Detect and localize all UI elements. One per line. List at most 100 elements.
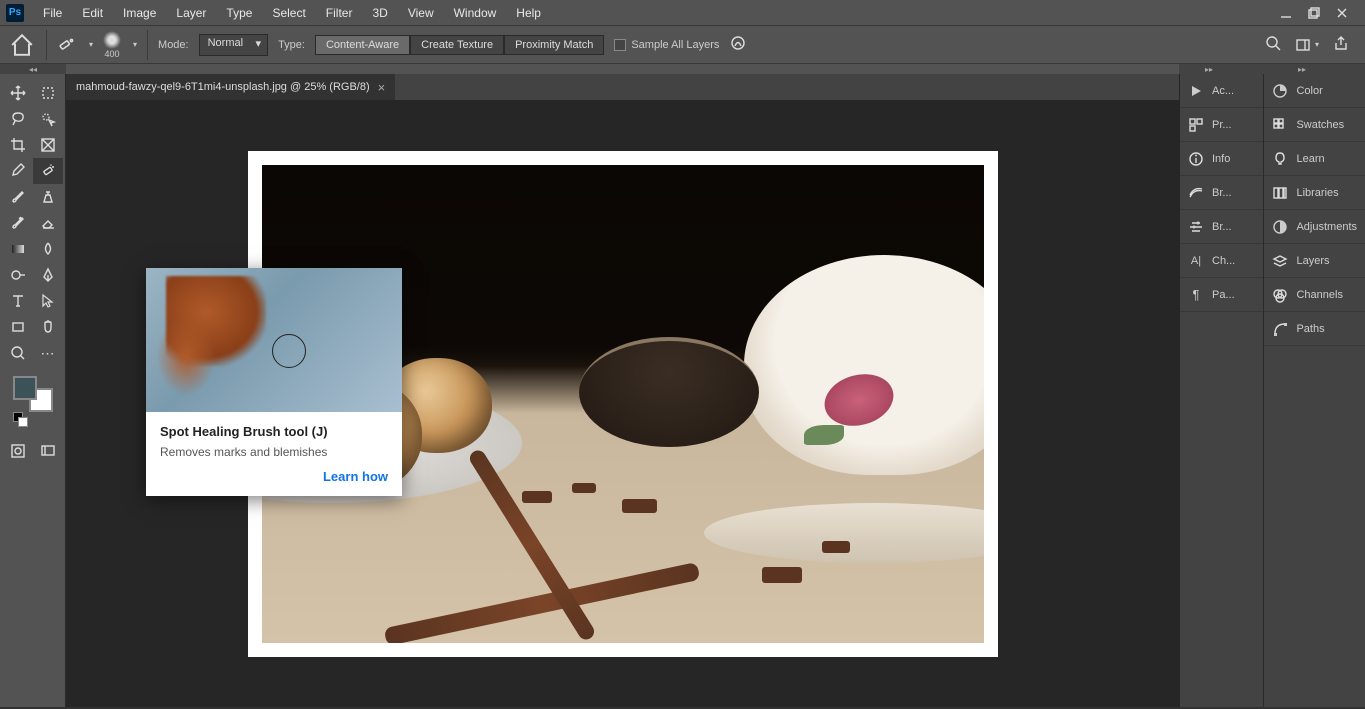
menu-layer[interactable]: Layer: [167, 2, 215, 24]
document-tab-bar: mahmoud-fawzy-qel9-6T1mi4-unsplash.jpg @…: [66, 74, 1179, 100]
document-area: mahmoud-fawzy-qel9-6T1mi4-unsplash.jpg @…: [66, 74, 1179, 707]
hand-tool[interactable]: [33, 314, 63, 340]
pen-tool[interactable]: [33, 262, 63, 288]
type-content-aware-button[interactable]: Content-Aware: [315, 35, 410, 55]
type-tool[interactable]: [3, 288, 33, 314]
panel-color[interactable]: Color: [1264, 74, 1365, 108]
panel-libraries[interactable]: Libraries: [1264, 176, 1365, 210]
quick-select-tool[interactable]: [33, 106, 63, 132]
marquee-tool[interactable]: [33, 80, 63, 106]
foreground-color-swatch[interactable]: [13, 376, 37, 400]
panel-paths[interactable]: Paths: [1264, 312, 1365, 346]
panel-properties[interactable]: Pr...: [1180, 108, 1263, 142]
panel-channels[interactable]: Channels: [1264, 278, 1365, 312]
panel-character[interactable]: A|Ch...: [1180, 244, 1263, 278]
panel-label: Br...: [1212, 187, 1232, 199]
play-icon: [1188, 83, 1204, 99]
panel-info[interactable]: Info: [1180, 142, 1263, 176]
panel-label: Layers: [1296, 255, 1329, 267]
zoom-tool[interactable]: [3, 340, 33, 366]
type-label: Type:: [278, 39, 305, 51]
rectangle-tool[interactable]: [3, 314, 33, 340]
quick-mask-tool[interactable]: [3, 438, 33, 464]
pressure-size-button[interactable]: [729, 34, 747, 55]
clone-stamp-tool[interactable]: [33, 184, 63, 210]
panel-collapse-tab-1[interactable]: ▸▸: [1179, 64, 1239, 74]
swatches-icon: [1272, 117, 1288, 133]
menu-help[interactable]: Help: [507, 2, 550, 24]
options-bar: ▾ 400 ▾ Mode: Normal ▾ Type: Content-Awa…: [0, 25, 1365, 63]
chevron-down-icon[interactable]: ▾: [133, 40, 137, 49]
type-proximity-match-button[interactable]: Proximity Match: [504, 35, 604, 55]
checkbox-icon: [614, 39, 626, 51]
panel-actions[interactable]: Ac...: [1180, 74, 1263, 108]
path-select-tool[interactable]: [33, 288, 63, 314]
panel-label: Ch...: [1212, 255, 1235, 267]
window-minimize-icon[interactable]: [1279, 6, 1293, 20]
panel-label: Paths: [1296, 323, 1324, 335]
divider: [147, 30, 148, 60]
mode-select[interactable]: Normal ▾: [199, 34, 268, 56]
panel-label: Color: [1296, 85, 1322, 97]
edit-toolbar-button[interactable]: ⋯: [33, 340, 63, 366]
panel-layers[interactable]: Layers: [1264, 244, 1365, 278]
panel-adjustments[interactable]: Adjustments: [1264, 210, 1365, 244]
lasso-tool[interactable]: [3, 106, 33, 132]
frame-tool[interactable]: [33, 132, 63, 158]
properties-icon: [1188, 117, 1204, 133]
spot-healing-brush-tool[interactable]: [33, 158, 63, 184]
menu-type[interactable]: Type: [217, 2, 261, 24]
menu-filter[interactable]: Filter: [317, 2, 362, 24]
menu-window[interactable]: Window: [445, 2, 506, 24]
panel-label: Pr...: [1212, 119, 1232, 131]
toolbar-collapse-tab[interactable]: ◂◂: [0, 64, 66, 74]
workspace-switcher[interactable]: ▾: [1295, 37, 1319, 53]
panel-brushes[interactable]: Br...: [1180, 210, 1263, 244]
panel-label: Ac...: [1212, 85, 1234, 97]
tooltip-learn-link[interactable]: Learn how: [323, 469, 388, 484]
tooltip-preview-image: [146, 268, 402, 412]
menu-3d[interactable]: 3D: [363, 2, 396, 24]
color-swatches[interactable]: [13, 376, 53, 412]
close-tab-icon[interactable]: ×: [378, 80, 386, 95]
move-tool[interactable]: [3, 80, 33, 106]
window-restore-icon[interactable]: [1307, 6, 1321, 20]
menu-view[interactable]: View: [399, 2, 443, 24]
menu-image[interactable]: Image: [114, 2, 165, 24]
panel-paragraph[interactable]: ¶Pa...: [1180, 278, 1263, 312]
sample-all-layers-label: Sample All Layers: [631, 39, 719, 51]
history-brush-tool[interactable]: [3, 210, 33, 236]
learn-icon: [1272, 151, 1288, 167]
blur-tool[interactable]: [33, 236, 63, 262]
chevron-down-icon[interactable]: ▾: [89, 40, 93, 49]
gradient-tool[interactable]: [3, 236, 33, 262]
panel-brush-settings[interactable]: Br...: [1180, 176, 1263, 210]
tool-preset-picker[interactable]: [57, 35, 77, 55]
panel-collapse-tab-2[interactable]: ▸▸: [1239, 64, 1365, 74]
tool-tooltip: Spot Healing Brush tool (J) Removes mark…: [146, 268, 402, 496]
sample-all-layers-checkbox[interactable]: Sample All Layers: [614, 39, 719, 51]
screen-mode-tool[interactable]: [33, 438, 63, 464]
type-create-texture-button[interactable]: Create Texture: [410, 35, 504, 55]
menu-file[interactable]: File: [34, 2, 71, 24]
window-close-icon[interactable]: [1335, 6, 1349, 20]
share-button[interactable]: [1333, 35, 1349, 54]
panel-label: Channels: [1296, 289, 1342, 301]
panel-swatches[interactable]: Swatches: [1264, 108, 1365, 142]
search-button[interactable]: [1265, 35, 1281, 54]
crop-tool[interactable]: [3, 132, 33, 158]
brush-tool[interactable]: [3, 184, 33, 210]
panel-learn[interactable]: Learn: [1264, 142, 1365, 176]
default-colors-icon[interactable]: [13, 412, 27, 426]
collapse-row: ◂◂ ▸▸ ▸▸: [0, 63, 1365, 74]
dodge-tool[interactable]: [3, 262, 33, 288]
document-tab-title: mahmoud-fawzy-qel9-6T1mi4-unsplash.jpg @…: [76, 81, 370, 93]
document-tab[interactable]: mahmoud-fawzy-qel9-6T1mi4-unsplash.jpg @…: [66, 74, 395, 100]
panel-label: Pa...: [1212, 289, 1235, 301]
menu-select[interactable]: Select: [263, 2, 314, 24]
menu-edit[interactable]: Edit: [73, 2, 112, 24]
home-button[interactable]: [8, 31, 36, 59]
eraser-tool[interactable]: [33, 210, 63, 236]
brush-preset-picker[interactable]: 400: [103, 31, 121, 59]
eyedropper-tool[interactable]: [3, 158, 33, 184]
